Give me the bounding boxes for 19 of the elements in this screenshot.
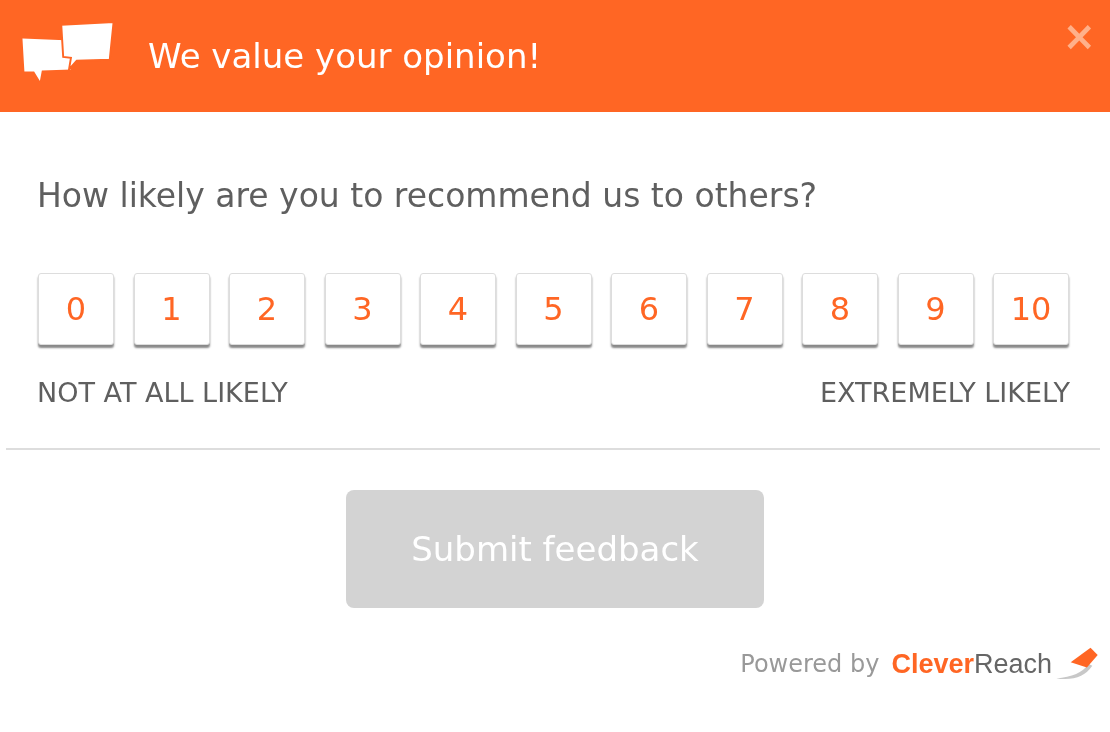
- dialog-title: We value your opinion!: [148, 36, 542, 76]
- question-text: How likely are you to recommend us to others?: [37, 176, 819, 215]
- rating-button[interactable]: 8: [802, 273, 878, 345]
- rating-button[interactable]: 4: [420, 273, 496, 345]
- rating-button[interactable]: 6: [611, 273, 687, 345]
- low-scale-label: NOT AT ALL LIKELY: [37, 377, 288, 408]
- rating-button[interactable]: 0: [38, 273, 114, 345]
- high-scale-label: EXTREMELY LIKELY: [820, 377, 1070, 408]
- rating-button[interactable]: 3: [324, 273, 401, 345]
- rating-button[interactable]: 9: [897, 273, 974, 345]
- rating-button[interactable]: 7: [706, 273, 783, 345]
- close-button[interactable]: ×: [1062, 16, 1096, 56]
- rating-button[interactable]: 5: [515, 273, 592, 345]
- brand-logo[interactable]: CleverReach: [891, 648, 1052, 680]
- powered-by-text: Powered by: [740, 650, 880, 678]
- envelope-swoosh-icon: [1054, 646, 1100, 682]
- rating-button[interactable]: 2: [229, 273, 305, 345]
- rating-button[interactable]: 10: [993, 273, 1069, 345]
- rating-button[interactable]: 1: [133, 273, 210, 345]
